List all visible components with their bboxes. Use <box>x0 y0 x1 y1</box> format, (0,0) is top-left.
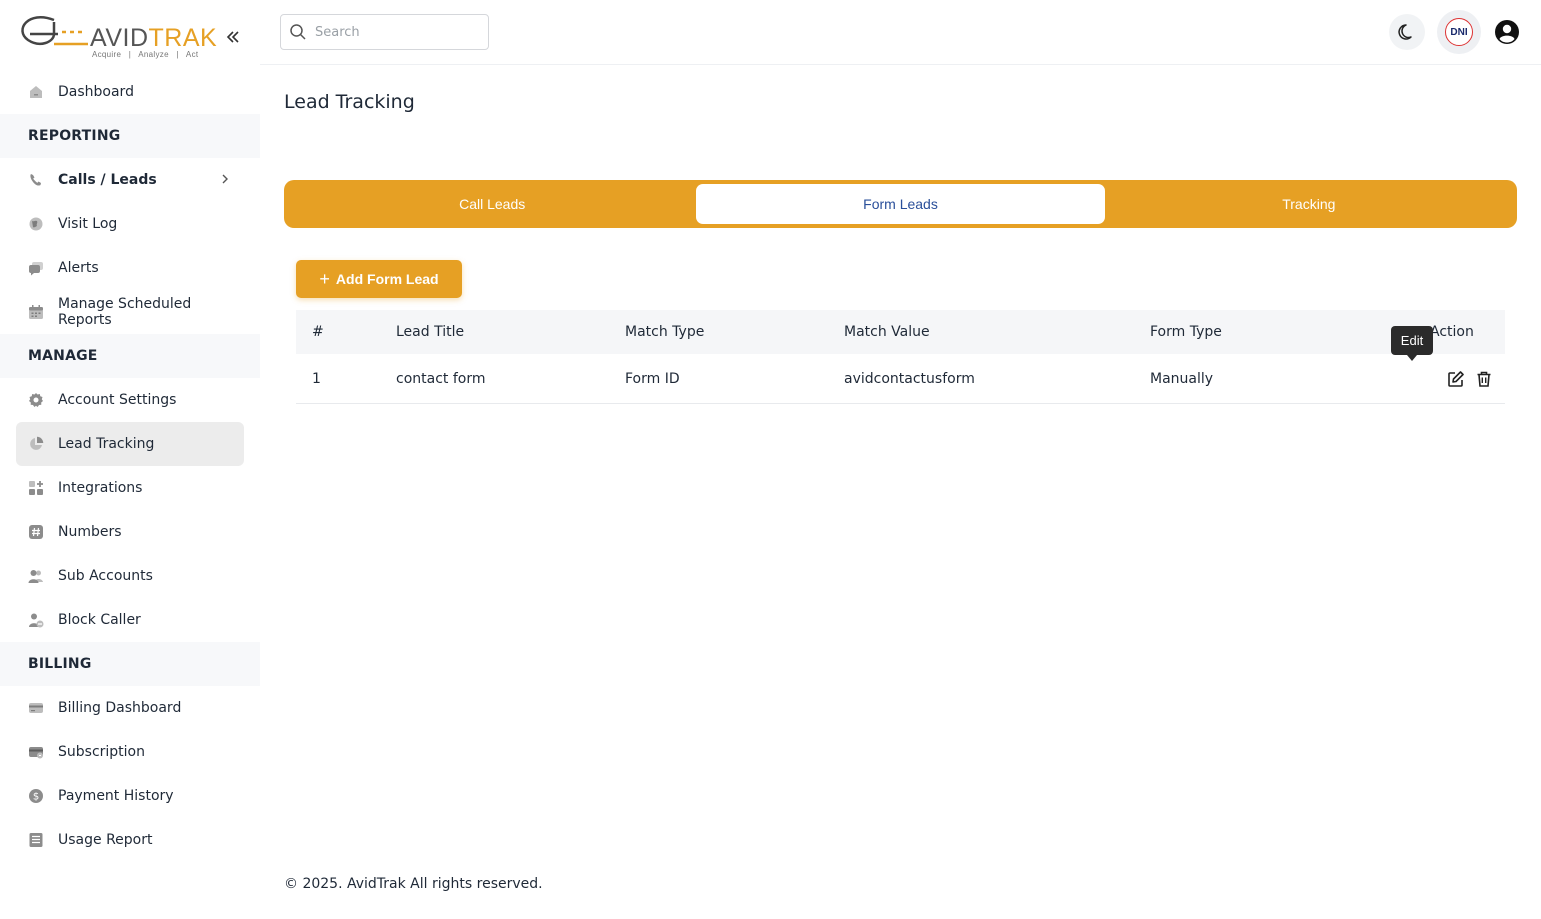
cell-match-value: avidcontactusform <box>844 370 975 387</box>
page-title: Lead Tracking <box>284 91 415 113</box>
brand-word-right: TRAK <box>148 24 218 52</box>
sidebar-item-label: Numbers <box>58 524 122 540</box>
dni-badge: DNI <box>1445 18 1473 46</box>
user-avatar-icon <box>1495 20 1519 44</box>
sidebar-item-label: Billing Dashboard <box>58 700 182 716</box>
chevron-right-icon <box>222 174 228 184</box>
add-form-lead-button[interactable]: + Add Form Lead <box>296 260 462 298</box>
cell-actions <box>1390 369 1505 389</box>
sidebar-item-calls-leads[interactable]: Calls / Leads <box>16 158 244 202</box>
topbar: DNI <box>260 0 1541 65</box>
sidebar-item-label: Visit Log <box>58 216 118 232</box>
sidebar-item-block-caller[interactable]: Block Caller <box>16 598 244 642</box>
user-block-icon <box>28 612 44 628</box>
pie-chart-icon <box>28 436 44 452</box>
col-header-action-label: Action <box>1430 324 1474 340</box>
search-icon <box>290 24 306 40</box>
edit-tooltip: Edit <box>1391 326 1433 361</box>
sidebar-item-label: Dashboard <box>58 84 134 100</box>
edit-icon[interactable] <box>1446 369 1466 389</box>
sidebar-item-usage-report[interactable]: Usage Report <box>16 818 244 862</box>
sidebar-item-payment-history[interactable]: $ Payment History <box>16 774 244 818</box>
col-header-form-type: Form Type <box>1150 324 1222 340</box>
sidebar-item-label: Block Caller <box>58 612 141 628</box>
footer-copyright: © 2025. AvidTrak All rights reserved. <box>284 876 543 892</box>
table-header: # Lead Title Match Type Match Value Form… <box>296 310 1505 354</box>
logo-mark-icon <box>21 16 88 46</box>
tab-tracking[interactable]: Tracking <box>1105 184 1513 224</box>
chat-bubble-icon <box>28 260 44 276</box>
sidebar-item-label: Alerts <box>58 260 99 276</box>
sidebar-item-dashboard[interactable]: Dashboard <box>16 70 244 114</box>
form-leads-table: # Lead Title Match Type Match Value Form… <box>296 310 1505 404</box>
cell-lead-title: contact form <box>396 370 486 387</box>
cell-form-type: Manually <box>1150 370 1214 387</box>
section-billing: BILLING <box>0 642 260 686</box>
hash-icon <box>28 524 44 540</box>
cell-match-type: Form ID <box>625 370 680 387</box>
sidebar-item-label: Account Settings <box>58 392 177 408</box>
section-manage: MANAGE <box>0 334 260 378</box>
credit-card-icon <box>28 700 44 716</box>
collapse-sidebar-icon[interactable] <box>224 28 242 46</box>
sidebar-item-label: Lead Tracking <box>58 436 155 452</box>
main-content: Lead Tracking Call Leads Form Leads Trac… <box>260 65 1541 919</box>
globe-icon <box>28 216 44 232</box>
brand-wordmark: AVIDTRAK <box>90 24 217 53</box>
sidebar-item-label: Integrations <box>58 480 143 496</box>
gear-icon <box>28 392 44 408</box>
sidebar-item-numbers[interactable]: Numbers <box>16 510 244 554</box>
search-box[interactable] <box>280 14 489 50</box>
phone-icon <box>28 172 44 188</box>
table-row: 1 contact form Form ID avidcontactusform… <box>296 354 1505 404</box>
dollar-circle-icon: $ <box>28 788 44 804</box>
tab-form-leads[interactable]: Form Leads <box>696 184 1105 224</box>
sidebar-item-manage-scheduled-reports[interactable]: Manage Scheduled Reports <box>16 290 244 334</box>
trash-icon[interactable] <box>1474 369 1494 389</box>
search-input[interactable] <box>315 24 485 40</box>
sidebar-item-alerts[interactable]: Alerts <box>16 246 244 290</box>
users-icon <box>28 568 44 584</box>
sidebar-item-label: Subscription <box>58 744 145 760</box>
sidebar-item-visit-log[interactable]: Visit Log <box>16 202 244 246</box>
col-header-num: # <box>312 324 324 340</box>
col-header-lead-title: Lead Title <box>396 324 465 340</box>
sidebar-item-account-settings[interactable]: Account Settings <box>16 378 244 422</box>
sidebar-item-subscription[interactable]: Subscription <box>16 730 244 774</box>
grid-plus-icon <box>28 480 44 496</box>
home-icon <box>28 84 44 100</box>
moon-icon <box>1398 24 1412 40</box>
brand-logo[interactable]: AVIDTRAK Acquire | Analyze | Act <box>18 10 218 62</box>
report-list-icon <box>28 832 44 848</box>
brand-word-left: AVID <box>90 24 149 52</box>
sidebar-item-lead-tracking[interactable]: Lead Tracking <box>16 422 244 466</box>
cell-num: 1 <box>312 370 321 387</box>
sidebar-item-billing-dashboard[interactable]: Billing Dashboard <box>16 686 244 730</box>
section-reporting: REPORTING <box>0 114 260 158</box>
sidebar-item-label: Sub Accounts <box>58 568 153 584</box>
dark-mode-toggle[interactable] <box>1389 14 1425 50</box>
sidebar-item-label: Payment History <box>58 788 174 804</box>
calendar-icon <box>28 304 44 320</box>
sidebar-nav: Dashboard REPORTING Calls / Leads Visit … <box>0 70 260 862</box>
sidebar: AVIDTRAK Acquire | Analyze | Act Dashboa… <box>0 0 260 919</box>
sidebar-item-label: Usage Report <box>58 832 153 848</box>
lead-tabs: Call Leads Form Leads Tracking <box>284 180 1517 228</box>
sidebar-item-label: Calls / Leads <box>58 172 157 188</box>
col-header-match-type: Match Type <box>625 324 705 340</box>
sidebar-item-sub-accounts[interactable]: Sub Accounts <box>16 554 244 598</box>
svg-text:$: $ <box>33 792 39 803</box>
sidebar-item-label: Manage Scheduled Reports <box>58 296 192 328</box>
col-header-match-value: Match Value <box>844 324 930 340</box>
sidebar-item-integrations[interactable]: Integrations <box>16 466 244 510</box>
add-form-lead-label: Add Form Lead <box>335 271 439 287</box>
plus-icon: + <box>319 269 330 289</box>
dni-button[interactable]: DNI <box>1437 10 1481 54</box>
brand-tagline: Acquire | Analyze | Act <box>92 50 199 59</box>
tab-call-leads[interactable]: Call Leads <box>288 184 696 224</box>
user-menu-button[interactable] <box>1489 14 1525 50</box>
card-subscription-icon <box>28 744 44 760</box>
